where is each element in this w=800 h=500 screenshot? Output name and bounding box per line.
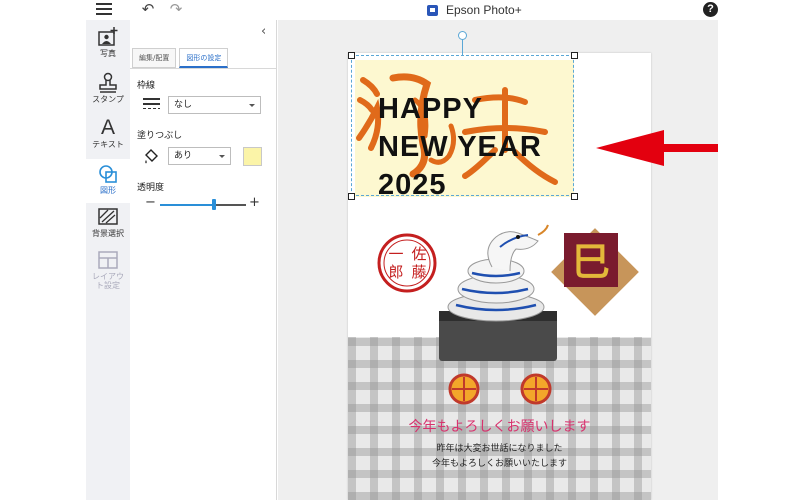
rotate-handle[interactable] xyxy=(458,31,467,40)
yellow-rectangle-shape[interactable]: HAPPY NEW YEAR 2025 xyxy=(355,60,574,201)
fill-select[interactable]: あり xyxy=(168,147,231,165)
opacity-increase-button[interactable]: + xyxy=(249,196,260,210)
layout-icon xyxy=(97,249,119,271)
happy-new-year-text[interactable]: HAPPY NEW YEAR 2025 xyxy=(378,90,542,204)
panel-tabs: 編集/配置 図形の設定 xyxy=(132,48,231,68)
rail-label-text: テキスト xyxy=(92,140,124,149)
rail-item-photo[interactable]: 写真 xyxy=(86,26,130,70)
help-button[interactable]: ? xyxy=(703,2,718,17)
seal-char-4: 郎 xyxy=(388,263,403,281)
zodiac-char: 巳 xyxy=(572,240,610,284)
chevron-down-icon xyxy=(219,155,225,158)
border-label: 枠線 xyxy=(137,81,156,91)
rail-item-layout: レイアウト設定 xyxy=(86,249,130,293)
new-year-card: HAPPY NEW YEAR 2025 佐 藤 一 郎 巳 今年もよろしくお願い… xyxy=(348,53,651,500)
tab-divider xyxy=(130,68,277,69)
opacity-slider[interactable] xyxy=(160,199,246,210)
shapes-icon xyxy=(97,163,119,185)
opacity-slider-thumb[interactable] xyxy=(212,199,217,210)
greeting-text[interactable]: 今年もよろしくお願いします xyxy=(348,416,651,436)
seal-char-1: 佐 xyxy=(411,245,426,263)
seal-char-2: 藤 xyxy=(411,263,426,281)
opacity-slider-fill xyxy=(160,204,215,206)
add-photo-icon xyxy=(97,26,119,48)
tool-rail: 写真 スタンプ A テキスト 図形 背景選択 レイアウト設定 xyxy=(86,20,130,500)
rail-item-text[interactable]: A テキスト xyxy=(86,117,130,161)
resize-handle-bottom-left[interactable] xyxy=(348,193,355,200)
fill-label: 塗りつぶし xyxy=(137,131,183,141)
undo-button[interactable]: ↶ xyxy=(139,1,157,17)
app-window: ↶ ↷ Epson Photo+ ? 写真 スタンプ A テキスト 図形 背景選… xyxy=(0,0,800,500)
app-logo-icon xyxy=(427,4,438,16)
tab-shape-settings[interactable]: 図形の設定 xyxy=(179,48,229,68)
rail-item-background[interactable]: 背景選択 xyxy=(86,206,130,250)
snake-figurine-image[interactable] xyxy=(434,219,564,409)
rail-label-layout: レイアウト設定 xyxy=(92,272,124,290)
rail-item-stamp[interactable]: スタンプ xyxy=(86,72,130,116)
shape-settings-panel: ‹ 編集/配置 図形の設定 枠線 なし 塗りつぶし あり 透明度 − + xyxy=(130,20,277,500)
collapse-panel-button[interactable]: ‹ xyxy=(261,24,266,39)
rail-item-shapes[interactable]: 図形 xyxy=(86,159,130,203)
app-title: Epson Photo+ xyxy=(427,1,522,19)
fill-select-value: あり xyxy=(174,151,193,161)
opacity-decrease-button[interactable]: − xyxy=(145,196,156,210)
headline-line-1: HAPPY xyxy=(378,93,483,125)
rail-label-stamp: スタンプ xyxy=(92,95,124,104)
hamburger-menu-icon[interactable] xyxy=(96,3,112,17)
paint-bucket-icon xyxy=(144,148,160,164)
background-icon xyxy=(97,206,119,228)
redo-button[interactable]: ↷ xyxy=(167,1,185,17)
border-style-icon xyxy=(143,98,160,112)
border-select[interactable]: なし xyxy=(168,96,261,114)
rail-label-shapes: 図形 xyxy=(100,186,116,195)
right-margin xyxy=(718,0,800,500)
rail-label-photo: 写真 xyxy=(100,49,116,58)
headline-line-2: NEW YEAR xyxy=(378,131,542,163)
rail-label-background: 背景選択 xyxy=(92,229,124,238)
tab-edit-arrange[interactable]: 編集/配置 xyxy=(132,48,177,68)
name-seal-stamp[interactable]: 佐 藤 一 郎 xyxy=(375,231,439,295)
app-title-text: Epson Photo+ xyxy=(446,3,522,17)
message-line-2[interactable]: 今年もよろしくお願いいたします xyxy=(348,456,651,469)
stamp-icon xyxy=(97,72,119,94)
seal-char-3: 一 xyxy=(388,245,403,263)
zodiac-badge[interactable]: 巳 xyxy=(546,223,644,321)
message-line-1[interactable]: 昨年は大変お世話になりました xyxy=(348,441,651,454)
canvas-workspace: HAPPY NEW YEAR 2025 佐 藤 一 郎 巳 今年もよろしくお願い… xyxy=(278,20,718,500)
resize-handle-top-left[interactable] xyxy=(348,52,355,59)
headline-line-3: 2025 xyxy=(378,169,447,201)
resize-handle-bottom-right[interactable] xyxy=(571,193,578,200)
resize-handle-top-right[interactable] xyxy=(571,52,578,59)
text-icon: A xyxy=(100,116,115,139)
chevron-down-icon xyxy=(249,104,255,107)
opacity-label: 透明度 xyxy=(137,183,165,193)
border-select-value: なし xyxy=(174,100,193,110)
fill-color-swatch[interactable] xyxy=(243,147,262,166)
